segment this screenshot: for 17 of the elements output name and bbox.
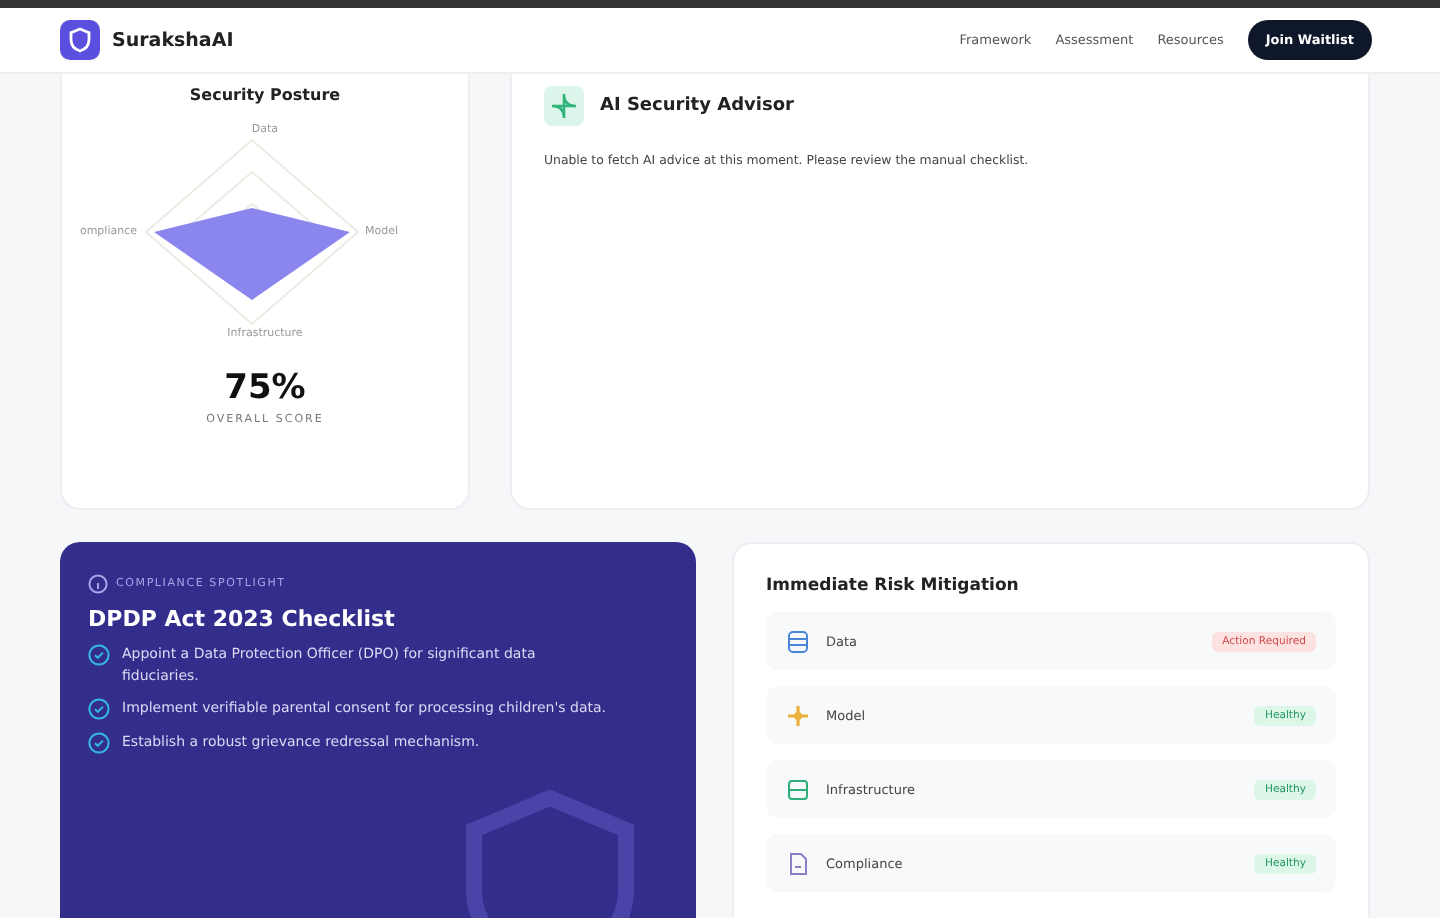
server-icon [786, 777, 810, 801]
shield-icon [464, 790, 636, 918]
check-circle-icon [88, 698, 110, 720]
sparkle-icon [544, 86, 584, 126]
document-icon [786, 851, 810, 875]
card-title: AI Security Advisor [600, 96, 794, 116]
database-icon [786, 629, 810, 653]
brand-name: SurakshaAI [112, 29, 234, 51]
sparkle-icon [786, 703, 810, 727]
card-title: Security Posture [189, 86, 341, 104]
spotlight-title: DPDP Act 2023 Checklist [88, 606, 397, 632]
info-icon [88, 574, 108, 594]
card-title: Immediate Risk Mitigation [766, 576, 1021, 596]
check-circle-icon [88, 732, 110, 754]
check-circle-icon [88, 644, 110, 666]
shield-logo-icon [60, 20, 100, 60]
overall-score: 75% [224, 368, 306, 408]
